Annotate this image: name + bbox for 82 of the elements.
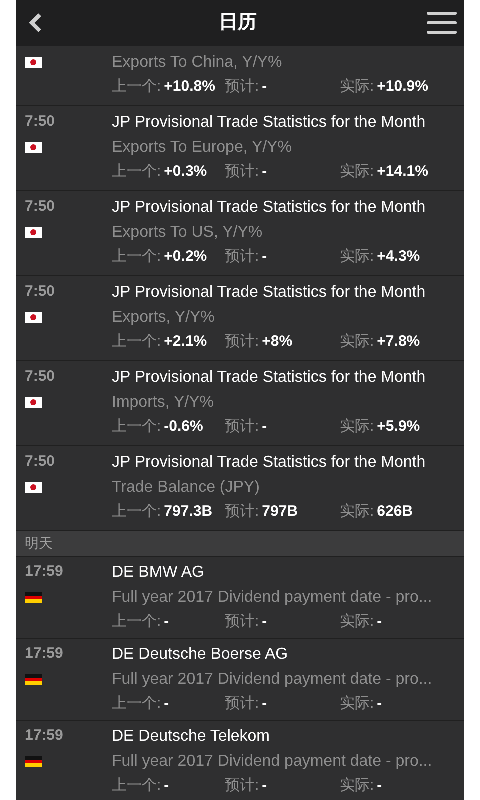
stat-label: 实际: [340,612,374,632]
event-subtitle: Full year 2017 Dividend payment date - pro... [112,752,432,772]
event-subtitle: Exports To Europe, Y/Y% [112,138,292,158]
stat-value: - [164,694,170,714]
stat-label: 实际: [340,77,374,98]
stat-label: 上一个: [112,77,162,98]
event-title: DE BMW AG [112,562,204,582]
stat-value: +7.8% [377,332,420,352]
stat-value: - [262,417,268,438]
stat-label: 预计: [225,502,260,522]
stat-label: 实际: [340,417,374,438]
stat-label: 实际: [340,776,374,796]
event-time: 7:50 [25,452,56,472]
stat-label: 上一个: [112,332,162,352]
event-time: 7:50 [25,112,56,132]
stat-label: 上一个: [112,417,162,438]
stat-value: 797B [262,502,298,522]
stat-label: 预计: [225,776,260,796]
stat-value: - [377,612,382,632]
stat-value: +10.9% [377,77,428,98]
stat-label: 上一个: [112,776,162,796]
event-time: 17:59 [25,562,64,582]
stat-value: - [262,612,268,632]
stat-label: 预计: [225,247,260,268]
stat-value: +5.9% [377,417,420,438]
stat-value: - [262,162,268,182]
stat-label: 实际: [340,162,374,182]
stat-label: 预计: [225,612,260,632]
stat-label: 实际: [340,694,374,714]
event-title: JP Provisional Trade Statistics for the Month [112,112,426,132]
stat-value: - [262,247,268,268]
stat-value: 626B [377,502,414,522]
stat-label: 上一个: [112,162,162,182]
stat-label: 上一个: [112,694,162,714]
stat-value: 797.3B [164,502,213,522]
event-title: DE Deutsche Telekom [112,726,270,746]
stat-value: - [262,77,268,98]
event-title: JP Provisional Trade Statistics for the Month [112,452,426,472]
event-subtitle: Trade Balance (JPY) [112,478,260,498]
stat-value: - [164,776,170,796]
event-subtitle: Full year 2017 Dividend payment date - pro... [112,670,432,690]
stat-value: +8% [262,332,293,352]
stat-value: +0.2% [164,247,208,268]
event-time: 7:50 [25,367,56,388]
event-title: JP Provisional Trade Statistics for the Month [112,198,426,218]
menu-icon[interactable] [426,9,458,37]
stat-label: 上一个: [112,247,162,268]
stat-value: +10.8% [164,77,216,98]
stat-value: - [262,694,268,714]
stat-label: 预计: [225,694,260,714]
stat-value: - [377,776,382,796]
event-subtitle: Imports, Y/Y% [112,392,214,412]
stat-label: 预计: [225,77,260,98]
stat-value: +2.1% [164,332,208,352]
event-subtitle: Exports To US, Y/Y% [112,222,263,242]
stat-value: +0.3% [164,162,208,182]
event-time: 7:50 [25,282,56,302]
event-title: JP Provisional Trade Statistics for the Month [112,282,426,302]
section-label: 明天 [25,534,53,553]
stat-value: - [262,776,268,796]
stat-label: 预计: [225,417,260,438]
stat-label: 预计: [225,332,260,352]
stat-label: 实际: [340,502,374,522]
event-time: 17:59 [25,726,64,746]
event-time: 17:59 [25,644,64,664]
stat-value: - [377,694,382,714]
stat-label: 预计: [225,162,260,182]
event-time: 7:50 [25,197,56,218]
event-title: JP Provisional Trade Statistics for the Month [112,368,426,388]
stat-label: 上一个: [112,502,162,522]
stat-value: +4.3% [377,247,420,268]
page-title: 日历 [219,10,257,35]
stat-label: 实际: [340,247,374,268]
event-title: DE Deutsche Boerse AG [112,644,288,664]
event-subtitle: Full year 2017 Dividend payment date - pro... [112,588,432,608]
stat-label: 实际: [340,332,374,352]
event-subtitle: Exports, Y/Y% [112,308,215,328]
stat-label: 上一个: [112,612,162,632]
stat-value: +14.1% [377,162,428,182]
stat-value: - [164,612,170,632]
event-subtitle: Exports To China, Y/Y% [112,52,282,72]
stat-value: -0.6% [164,417,204,438]
